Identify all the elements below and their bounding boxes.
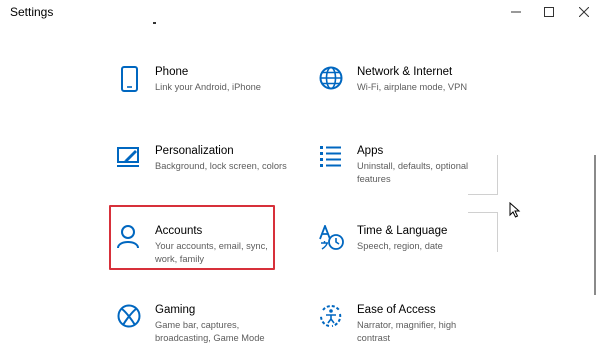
tile-gaming-title: Gaming — [155, 304, 196, 316]
hover-border-line — [468, 194, 498, 195]
minimize-icon — [511, 11, 521, 13]
tile-time-language-desc: Speech, region, date — [357, 241, 443, 251]
tile-time-language[interactable]: Time & Language Speech, region, date — [319, 225, 494, 265]
minimize-button[interactable] — [499, 0, 533, 24]
tile-time-language-title: Time & Language — [357, 225, 448, 237]
close-icon — [579, 7, 589, 17]
tile-ease-of-access-title: Ease of Access — [357, 304, 436, 316]
close-button[interactable] — [567, 0, 601, 24]
tile-personalization-desc: Background, lock screen, colors — [155, 161, 287, 171]
tile-personalization[interactable]: Personalization Background, lock screen,… — [117, 145, 292, 185]
accounts-highlight-box — [109, 205, 275, 270]
tile-gaming-desc: Game bar, captures, broadcasting, Game M… — [155, 320, 265, 343]
maximize-icon — [544, 7, 554, 17]
hover-border-line — [497, 212, 498, 252]
window-title: Settings — [10, 5, 54, 19]
tile-phone[interactable]: Phone Link your Android, iPhone — [117, 66, 292, 106]
tile-phone-desc: Link your Android, iPhone — [155, 82, 261, 92]
scroll-remnant — [153, 22, 156, 24]
hover-border-line — [497, 155, 498, 195]
xbox-icon — [117, 304, 141, 328]
phone-icon — [121, 66, 138, 92]
tile-ease-of-access[interactable]: Ease of Access Narrator, magnifier, high… — [319, 304, 494, 344]
mouse-cursor-icon — [509, 202, 521, 218]
vertical-scrollbar[interactable] — [594, 155, 596, 295]
title-bar: Settings — [0, 0, 602, 24]
maximize-button[interactable] — [532, 0, 566, 24]
tile-network[interactable]: Network & Internet Wi-Fi, airplane mode,… — [319, 66, 494, 106]
hover-border-line — [468, 212, 498, 213]
paint-brush-icon — [117, 147, 139, 167]
tile-personalization-title: Personalization — [155, 145, 234, 157]
apps-list-icon — [320, 146, 341, 167]
tile-apps-title: Apps — [357, 145, 384, 157]
time-language-icon — [319, 225, 344, 250]
tile-network-title: Network & Internet — [357, 66, 453, 78]
tile-gaming[interactable]: Gaming Game bar, captures, broadcasting,… — [117, 304, 292, 344]
tile-apps[interactable]: Apps Uninstall, defaults, optional featu… — [319, 145, 494, 190]
tile-phone-title: Phone — [155, 66, 189, 78]
tile-apps-desc: Uninstall, defaults, optional features — [357, 161, 469, 184]
tile-ease-of-access-desc: Narrator, magnifier, high contrast — [357, 320, 457, 343]
tile-network-desc: Wi-Fi, airplane mode, VPN — [357, 82, 468, 92]
globe-icon — [319, 66, 343, 90]
ease-of-access-icon — [319, 305, 342, 327]
